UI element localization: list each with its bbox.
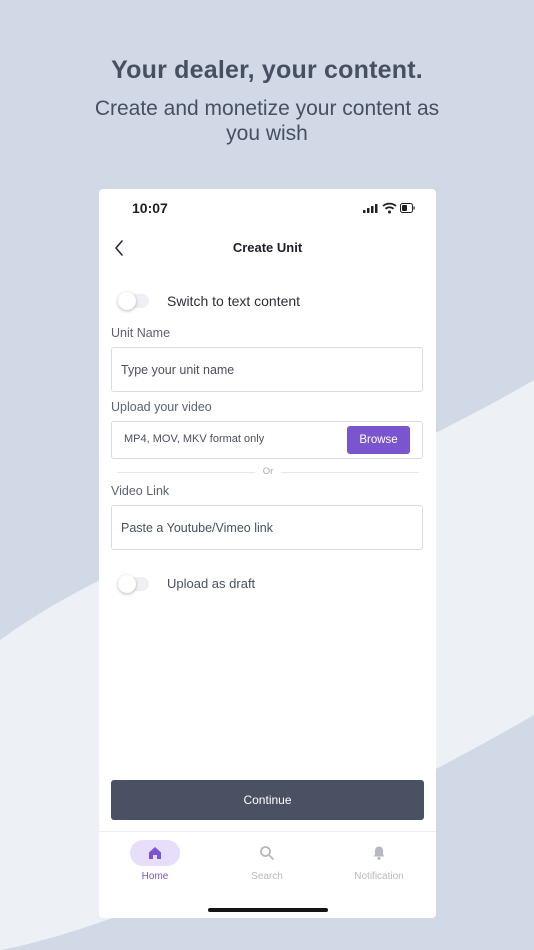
upload-format-hint: MP4, MOV, MKV format only	[124, 433, 265, 445]
text-content-toggle[interactable]	[118, 292, 149, 310]
or-divider: Or	[117, 466, 419, 478]
tab-home[interactable]: Home	[110, 840, 200, 882]
video-link-input[interactable]	[111, 505, 423, 550]
tab-home-label: Home	[141, 871, 169, 882]
upload-draft-label: Upload as draft	[167, 576, 256, 591]
upload-video-field[interactable]: MP4, MOV, MKV format only Browse	[111, 421, 423, 459]
marketing-subline: Create and monetize your content as you …	[94, 97, 440, 145]
toggle-knob	[118, 292, 136, 310]
phone-screen: 10:07 Create Unit Switch to text content…	[99, 189, 436, 918]
screen-title: Create Unit	[232, 240, 303, 255]
home-indicator	[208, 908, 328, 912]
wifi-icon	[382, 202, 397, 214]
tab-notification-label: Notification	[354, 871, 404, 882]
tab-notification[interactable]: Notification	[334, 840, 424, 882]
signal-icon	[363, 204, 378, 213]
search-icon	[260, 846, 274, 860]
text-content-toggle-label: Switch to text content	[167, 293, 301, 309]
marketing-headline: Your dealer, your content.	[111, 56, 423, 84]
status-icons	[363, 202, 415, 214]
tab-home-pill	[130, 840, 180, 866]
video-link-label: Video Link	[111, 484, 170, 498]
tab-search-label: Search	[251, 871, 283, 882]
toggle-knob	[118, 575, 136, 593]
unit-name-label: Unit Name	[111, 326, 171, 340]
tab-notification-pill	[354, 840, 404, 866]
battery-icon	[400, 203, 415, 213]
upload-draft-toggle[interactable]	[118, 575, 149, 593]
unit-name-input[interactable]	[111, 347, 423, 392]
divider-line-right	[281, 472, 419, 473]
home-icon	[149, 847, 161, 859]
status-time: 10:07	[132, 200, 168, 216]
tab-search[interactable]: Search	[222, 840, 312, 882]
continue-button[interactable]: Continue	[111, 780, 424, 820]
bell-icon	[373, 846, 385, 860]
bottom-tab-bar: Home Search Notification	[99, 831, 436, 918]
upload-video-label: Upload your video	[111, 400, 212, 414]
browse-button[interactable]: Browse	[347, 426, 410, 454]
tab-search-pill	[242, 840, 292, 866]
